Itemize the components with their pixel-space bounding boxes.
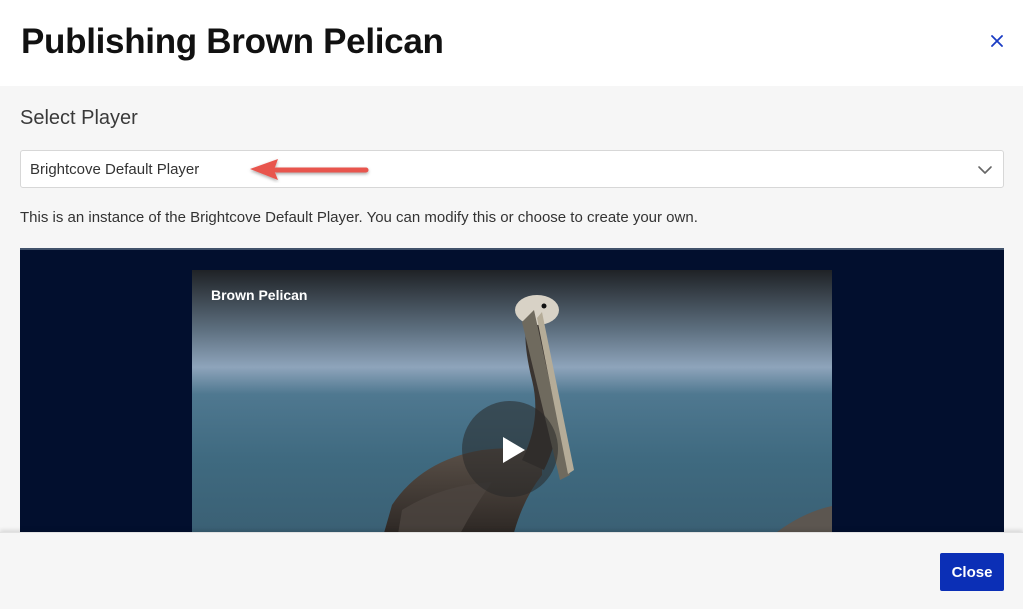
- dialog-body: Select Player Brightcove Default Player …: [0, 86, 1023, 532]
- player-description: This is an instance of the Brightcove De…: [20, 209, 698, 226]
- callout-arrow: [250, 159, 369, 180]
- player-select[interactable]: Brightcove Default Player: [20, 150, 1004, 188]
- player-preview: Brown Pelican: [20, 248, 1004, 532]
- chevron-down-icon: [978, 166, 992, 174]
- video-title: Brown Pelican: [211, 287, 308, 303]
- video-frame[interactable]: Brown Pelican: [192, 270, 832, 532]
- close-button[interactable]: Close: [940, 553, 1004, 591]
- dialog-title: Publishing Brown Pelican: [21, 22, 444, 61]
- player-select-value: Brightcove Default Player: [30, 161, 200, 178]
- play-button[interactable]: [462, 401, 558, 497]
- dialog-header: Publishing Brown Pelican: [0, 0, 1023, 86]
- dialog-footer: Close: [0, 532, 1023, 609]
- close-icon[interactable]: [984, 28, 1010, 54]
- play-icon: [503, 437, 525, 463]
- select-player-label: Select Player: [20, 107, 138, 129]
